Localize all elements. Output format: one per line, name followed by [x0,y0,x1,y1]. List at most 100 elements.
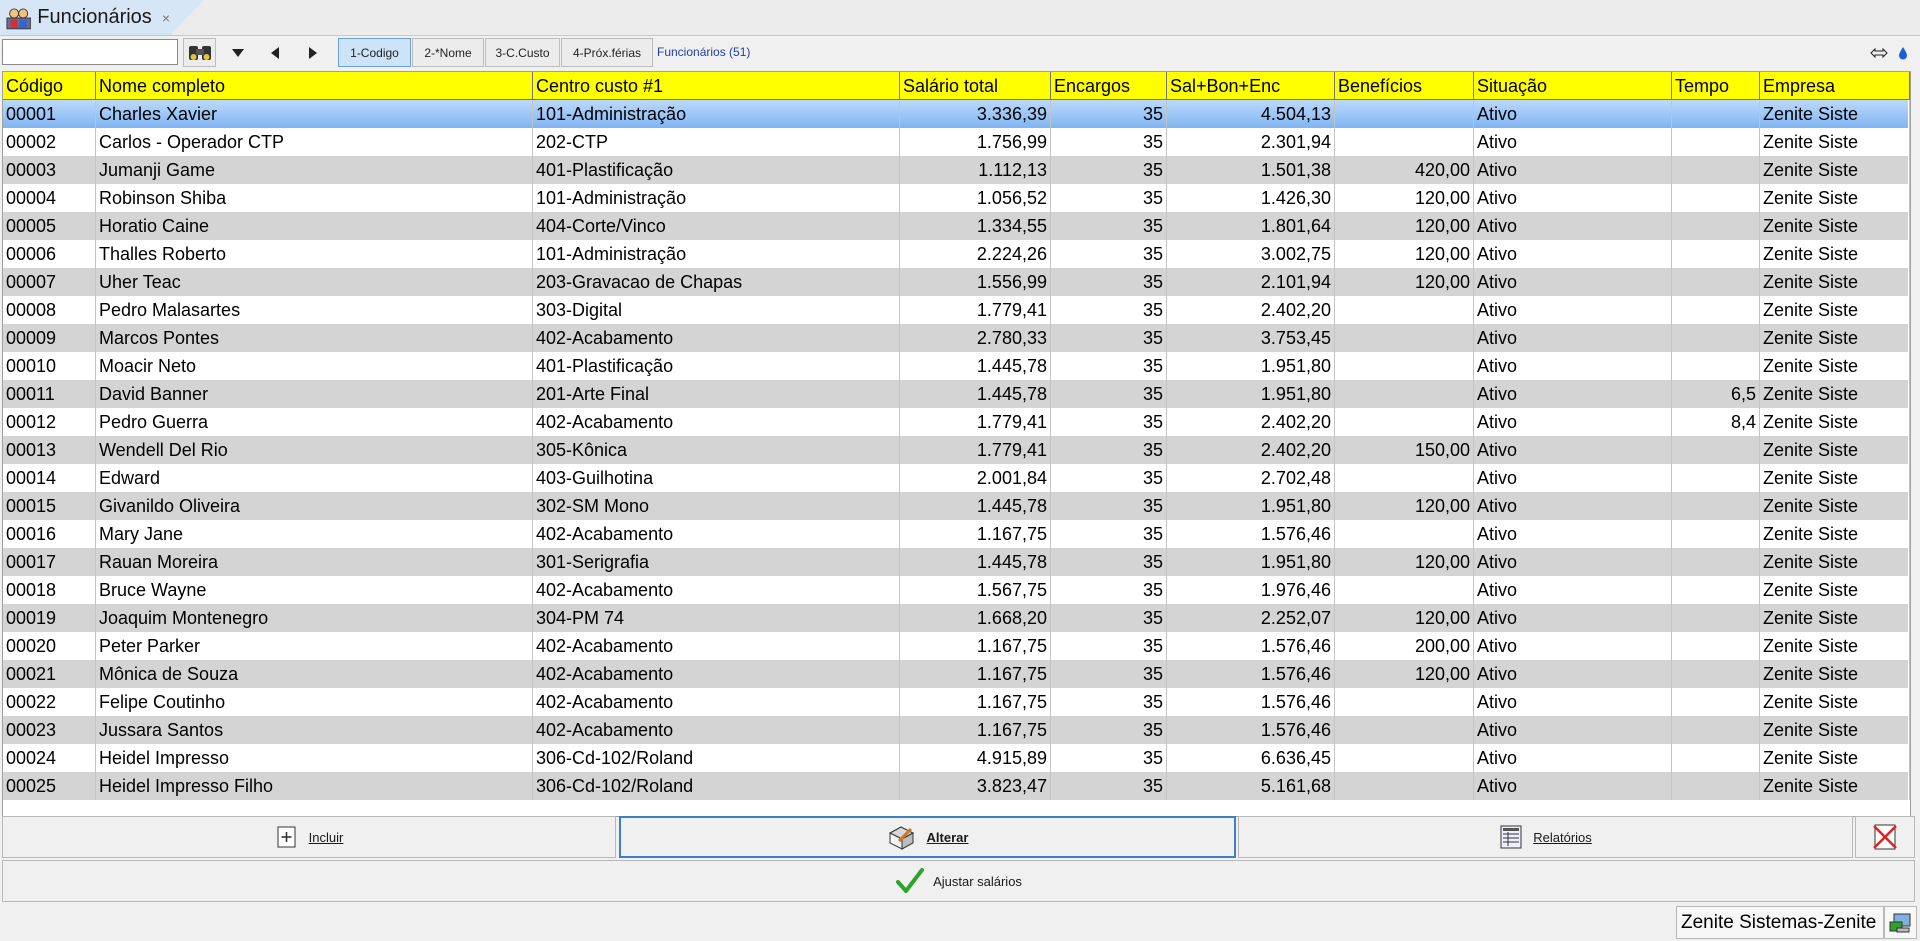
cell-beneficios [1335,352,1474,380]
color-button[interactable] [1892,38,1914,67]
search-input[interactable] [2,39,178,65]
cell-salario-total: 1.167,75 [900,660,1051,688]
header-col-situacao[interactable]: Situação [1474,72,1672,99]
cell-centro-custo: 306-Cd-102/Roland [533,772,900,800]
cell-nome: Pedro Guerra [96,408,533,436]
table-row[interactable]: 00005 Horatio Caine 404-Corte/Vinco 1.334,5… [3,212,1910,240]
header-col-nome[interactable]: Nome completo [96,72,533,99]
table-row[interactable]: 00006 Thalles Roberto 101-Administração 2.2… [3,240,1910,268]
cell-encargos: 35 [1051,324,1167,352]
sort-tab-nome[interactable]: 2-*Nome [412,38,484,67]
cell-centro-custo: 101-Administração [533,240,900,268]
table-row[interactable]: 00024 Heidel Impresso 306-Cd-102/Roland 4.9… [3,744,1910,772]
table-row[interactable]: 00014 Edward 403-Guilhotina 2.001,84 35 2.702… [3,464,1910,492]
close-button[interactable] [1855,816,1915,858]
cell-nome: Thalles Roberto [96,240,533,268]
table-row[interactable]: 00011 David Banner 201-Arte Final 1.445,78 3… [3,380,1910,408]
table-row[interactable]: 00020 Peter Parker 402-Acabamento 1.167,75 3… [3,632,1910,660]
sort-tab-codigo[interactable]: 1-Codigo [338,38,411,67]
sort-tab-proxferias[interactable]: 4-Próx.férias [561,38,653,67]
cell-tempo [1672,548,1760,576]
tab-funcionarios[interactable]: Funcionários × [0,0,171,35]
ajustar-salarios-button[interactable]: Ajustar salários [2,860,1915,902]
cell-tempo [1672,324,1760,352]
people-icon [6,8,31,29]
table-row[interactable]: 00021 Mônica de Souza 402-Acabamento 1.167,… [3,660,1910,688]
prev-button[interactable] [260,38,290,67]
cell-encargos: 35 [1051,240,1167,268]
table-row[interactable]: 00009 Marcos Pontes 402-Acabamento 2.780,33… [3,324,1910,352]
table-row[interactable]: 00003 Jumanji Game 401-Plastificação 1.112,… [3,156,1910,184]
header-col-salario-total[interactable]: Salário total [900,72,1051,99]
cell-tempo [1672,240,1760,268]
cell-codigo: 00023 [3,716,96,744]
table-row[interactable]: 00012 Pedro Guerra 402-Acabamento 1.779,41 3… [3,408,1910,436]
cell-codigo: 00001 [3,100,96,128]
cell-tempo [1672,744,1760,772]
table-row[interactable]: 00001 Charles Xavier 101-Administração 3.33… [3,100,1910,128]
table-row[interactable]: 00019 Joaquim Montenegro 304-PM 74 1.668,20… [3,604,1910,632]
table-row[interactable]: 00023 Jussara Santos 402-Acabamento 1.167,7… [3,716,1910,744]
cell-empresa: Zenite Siste [1760,716,1910,744]
cell-salario-total: 1.779,41 [900,436,1051,464]
header-col-tempo[interactable]: Tempo [1672,72,1760,99]
cell-beneficios [1335,324,1474,352]
cell-codigo: 00008 [3,296,96,324]
header-col-empresa[interactable]: Empresa [1760,72,1910,99]
cell-salario-total: 1.445,78 [900,380,1051,408]
table-row[interactable]: 00008 Pedro Malasartes 303-Digital 1.779,41… [3,296,1910,324]
cell-codigo: 00021 [3,660,96,688]
cell-codigo: 00003 [3,156,96,184]
status-icon-box[interactable] [1884,906,1917,939]
table-row[interactable]: 00016 Mary Jane 402-Acabamento 1.167,75 35 1.… [3,520,1910,548]
table-row[interactable]: 00015 Givanildo Oliveira 302-SM Mono 1.445,… [3,492,1910,520]
cell-salario-total: 1.779,41 [900,296,1051,324]
list-title: Funcionários (51) [657,45,751,59]
cell-encargos: 35 [1051,632,1167,660]
next-button[interactable] [298,38,328,67]
table-row[interactable]: 00013 Wendell Del Rio 305-Kônica 1.779,41 35… [3,436,1910,464]
table-row[interactable]: 00018 Bruce Wayne 402-Acabamento 1.567,75 35… [3,576,1910,604]
cell-situacao: Ativo [1474,128,1672,156]
header-col-codigo[interactable]: Código [3,72,96,99]
table-row[interactable]: 00010 Moacir Neto 401-Plastificação 1.445,7… [3,352,1910,380]
table-row[interactable]: 00007 Uher Teac 203-Gravacao de Chapas 1.55… [3,268,1910,296]
tab-edge [170,0,204,35]
incluir-button[interactable]: Incluir [2,816,616,858]
dropdown-button[interactable] [222,38,254,67]
header-col-sal-bon-enc[interactable]: Sal+Bon+Enc [1167,72,1335,99]
header-col-beneficios[interactable]: Benefícios [1335,72,1474,99]
cell-encargos: 35 [1051,520,1167,548]
cell-centro-custo: 402-Acabamento [533,520,900,548]
tab-close-icon[interactable]: × [162,10,170,26]
sort-tab-ccusto[interactable]: 3-C.Custo [485,38,560,67]
cell-encargos: 35 [1051,184,1167,212]
cell-centro-custo: 303-Digital [533,296,900,324]
cell-centro-custo: 403-Guilhotina [533,464,900,492]
alterar-button[interactable]: Alterar [619,816,1236,858]
cell-salario-total: 1.445,78 [900,352,1051,380]
find-button[interactable] [183,38,216,67]
table-row[interactable]: 00022 Felipe Coutinho 402-Acabamento 1.167,… [3,688,1910,716]
cell-situacao: Ativo [1474,268,1672,296]
cell-centro-custo: 404-Corte/Vinco [533,212,900,240]
cell-sal-bon-enc: 1.801,64 [1167,212,1335,240]
table-row[interactable]: 00002 Carlos - Operador CTP 202-CTP 1.756,9… [3,128,1910,156]
table-row[interactable]: 00004 Robinson Shiba 101-Administração 1.05… [3,184,1910,212]
relatorios-button[interactable]: Relatórios [1238,816,1853,858]
arrow-left-icon [271,46,279,59]
cell-empresa: Zenite Siste [1760,296,1910,324]
header-col-centro-custo[interactable]: Centro custo #1 [533,72,900,99]
table-row[interactable]: 00025 Heidel Impresso Filho 306-Cd-102/Rol… [3,772,1910,800]
cell-situacao: Ativo [1474,492,1672,520]
cell-nome: David Banner [96,380,533,408]
table-row[interactable]: 00017 Rauan Moreira 301-Serigrafia 1.445,78… [3,548,1910,576]
header-col-encargos[interactable]: Encargos [1051,72,1167,99]
cell-sal-bon-enc: 2.402,20 [1167,436,1335,464]
ajustar-label: Ajustar salários [933,873,1022,889]
resize-button[interactable] [1867,38,1891,67]
cell-empresa: Zenite Siste [1760,212,1910,240]
cell-empresa: Zenite Siste [1760,156,1910,184]
cell-encargos: 35 [1051,436,1167,464]
cell-sal-bon-enc: 1.576,46 [1167,688,1335,716]
